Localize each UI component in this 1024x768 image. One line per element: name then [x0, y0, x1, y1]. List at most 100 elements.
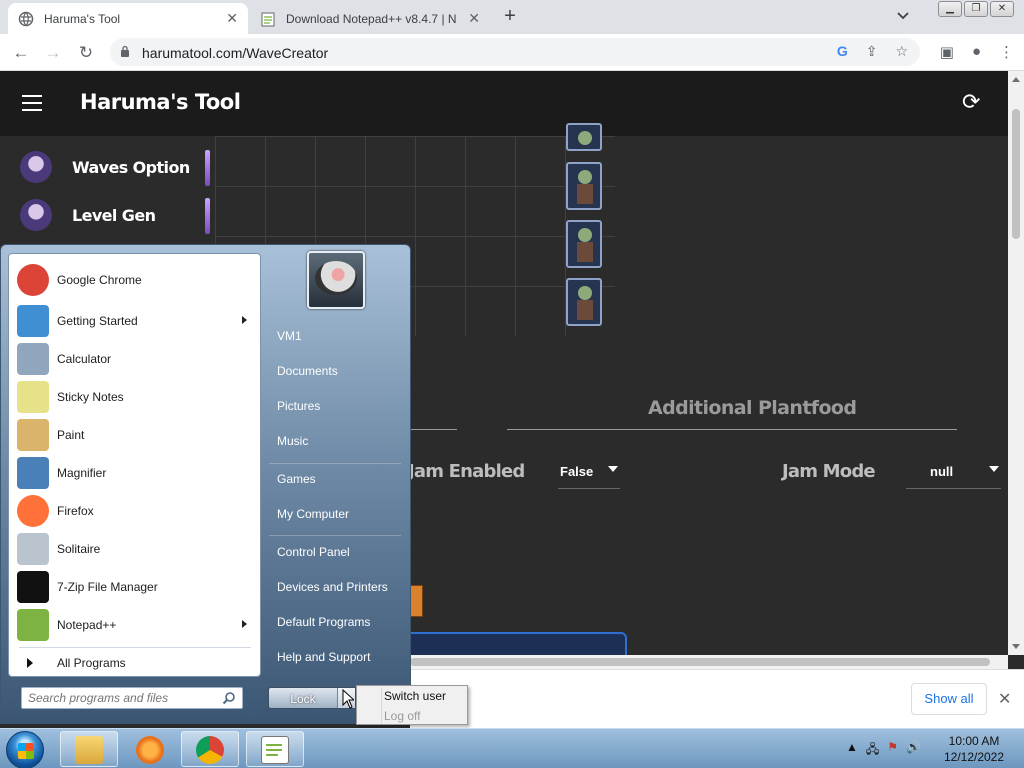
close-shelf-icon[interactable]: ✕	[998, 689, 1011, 709]
tray-expand-icon[interactable]: ▲	[846, 740, 858, 761]
taskbar-notepad-plus-plus[interactable]	[246, 731, 304, 767]
zombie-card[interactable]	[566, 278, 602, 326]
start-menu-link[interactable]: Music	[277, 434, 308, 448]
jam-mode-select[interactable]: null	[906, 461, 1001, 489]
media-player-icon	[136, 736, 164, 764]
start-menu-link[interactable]: Help and Support	[277, 650, 370, 664]
start-menu-item[interactable]: Notepad++	[13, 607, 257, 643]
back-arrow-icon[interactable]: ←	[10, 42, 32, 64]
refresh-icon[interactable]: ⟳	[962, 89, 980, 115]
tab-search-chevron-icon[interactable]	[896, 8, 910, 25]
wand-icon	[205, 198, 210, 234]
all-programs-button[interactable]: All Programs	[19, 656, 126, 670]
tab-title: Haruma's Tool	[44, 11, 121, 26]
close-tab-icon[interactable]: ✕	[226, 10, 238, 27]
start-menu-item[interactable]: Getting Started	[13, 303, 257, 339]
start-menu-item[interactable]: 7-Zip File Manager	[13, 569, 257, 605]
zombie-card[interactable]	[566, 220, 602, 268]
network-icon[interactable]: 🖧	[866, 740, 879, 761]
user-picture[interactable]	[307, 251, 365, 309]
search-icon[interactable]	[222, 691, 236, 705]
start-menu-item-label: Calculator	[57, 352, 112, 366]
tab-harumas-tool[interactable]: Haruma's Tool ✕	[8, 3, 248, 34]
tab-title: Download Notepad++ v8.4.7 | N	[286, 11, 457, 26]
start-menu-link[interactable]: Pictures	[277, 399, 320, 413]
divider	[410, 429, 457, 430]
minimize-icon[interactable]: ▁	[938, 1, 962, 17]
sidebar-item-label: Waves Option	[72, 157, 190, 177]
close-tab-icon[interactable]: ✕	[468, 10, 480, 27]
browser-toolbar: ← → ↻ harumatool.com/WaveCreator G ⇪ ☆ ▣…	[0, 34, 1024, 71]
start-menu-item[interactable]: Sticky Notes	[13, 379, 257, 415]
vertical-scrollbar[interactable]	[1008, 71, 1024, 655]
taskbar-explorer[interactable]	[60, 731, 118, 767]
app-title: Haruma's Tool	[80, 90, 241, 114]
search-input[interactable]	[28, 690, 218, 706]
start-menu-link[interactable]: Default Programs	[277, 615, 370, 629]
lock-icon[interactable]	[120, 45, 130, 57]
start-menu-item[interactable]: Magnifier	[13, 455, 257, 491]
tab-notepad-download[interactable]: Download Notepad++ v8.4.7 | N ✕	[250, 3, 490, 34]
wand-icon	[205, 150, 210, 186]
menu-item-switch-user[interactable]: Switch user	[384, 689, 446, 703]
profile-avatar-icon[interactable]: ●	[972, 43, 981, 61]
start-menu-item[interactable]: Firefox	[13, 493, 257, 529]
menu-kebab-icon[interactable]: ⋮	[999, 43, 1014, 61]
divider	[269, 463, 401, 464]
notepad-plus-plus-icon	[17, 609, 49, 641]
start-button[interactable]	[6, 731, 44, 768]
google-icon[interactable]: G	[837, 43, 848, 60]
lock-label: Lock	[290, 692, 316, 706]
horizontal-scrollbar[interactable]	[410, 655, 1008, 669]
taskbar-chrome[interactable]	[181, 731, 239, 767]
taskbar-media-player[interactable]	[121, 731, 179, 767]
zombie-card[interactable]	[566, 123, 602, 151]
forward-arrow-icon[interactable]: →	[42, 42, 64, 64]
start-menu-link[interactable]: Games	[277, 472, 316, 486]
start-menu-item[interactable]: Calculator	[13, 341, 257, 377]
menu-item-log-off[interactable]: Log off	[384, 709, 420, 723]
share-icon[interactable]: ⇪	[866, 43, 878, 60]
scroll-thumb[interactable]	[1012, 109, 1020, 239]
restore-icon[interactable]: ❐	[964, 1, 988, 17]
sidebar-item-level-gen[interactable]: Level Gen	[20, 199, 156, 231]
close-window-icon[interactable]: ✕	[990, 1, 1014, 17]
select-value: null	[930, 464, 954, 479]
start-menu-link[interactable]: VM1	[277, 329, 302, 343]
jam-enabled-select[interactable]: False	[558, 461, 620, 489]
zombie-card[interactable]	[566, 162, 602, 210]
start-menu-link[interactable]: Documents	[277, 364, 338, 378]
sidebar-item-waves-option[interactable]: Waves Option	[20, 151, 190, 183]
scroll-thumb[interactable]	[410, 658, 990, 666]
start-menu-link[interactable]: Devices and Printers	[277, 580, 388, 594]
action-center-flag-icon[interactable]: ⚑	[887, 740, 898, 761]
reload-icon[interactable]: ↻	[75, 42, 97, 64]
notepad-plus-plus-icon	[261, 736, 289, 764]
seed-bar[interactable]	[405, 632, 627, 655]
avatar	[20, 199, 52, 231]
start-search-box[interactable]	[21, 687, 243, 709]
start-menu-item[interactable]: Solitaire	[13, 531, 257, 567]
show-all-downloads-button[interactable]: Show all	[911, 683, 987, 715]
clock[interactable]: 10:00 AM 12/12/2022	[934, 733, 1014, 765]
start-menu-link[interactable]: Control Panel	[277, 545, 350, 559]
sidebar-item-label: Level Gen	[72, 205, 156, 225]
sticky-notes-icon	[17, 381, 49, 413]
caret-down-icon	[989, 466, 999, 472]
side-panel-icon[interactable]: ▣	[940, 43, 954, 61]
avatar	[20, 151, 52, 183]
bookmark-star-icon[interactable]: ☆	[895, 43, 908, 60]
firefox-icon	[17, 495, 49, 527]
new-tab-button[interactable]: +	[499, 6, 521, 28]
scroll-up-icon[interactable]	[1012, 77, 1020, 82]
start-menu-item[interactable]: Paint	[13, 417, 257, 453]
hamburger-menu-icon[interactable]	[22, 95, 42, 111]
address-bar[interactable]: harumatool.com/WaveCreator G ⇪ ☆	[110, 38, 920, 66]
start-menu-link[interactable]: My Computer	[277, 507, 349, 521]
url-text[interactable]: harumatool.com/WaveCreator	[142, 45, 328, 61]
solitaire-icon	[17, 533, 49, 565]
start-menu-item[interactable]: Google Chrome	[13, 262, 257, 298]
scroll-down-icon[interactable]	[1012, 644, 1020, 649]
volume-icon[interactable]: 🔊	[906, 740, 921, 761]
all-programs-label: All Programs	[57, 656, 126, 670]
